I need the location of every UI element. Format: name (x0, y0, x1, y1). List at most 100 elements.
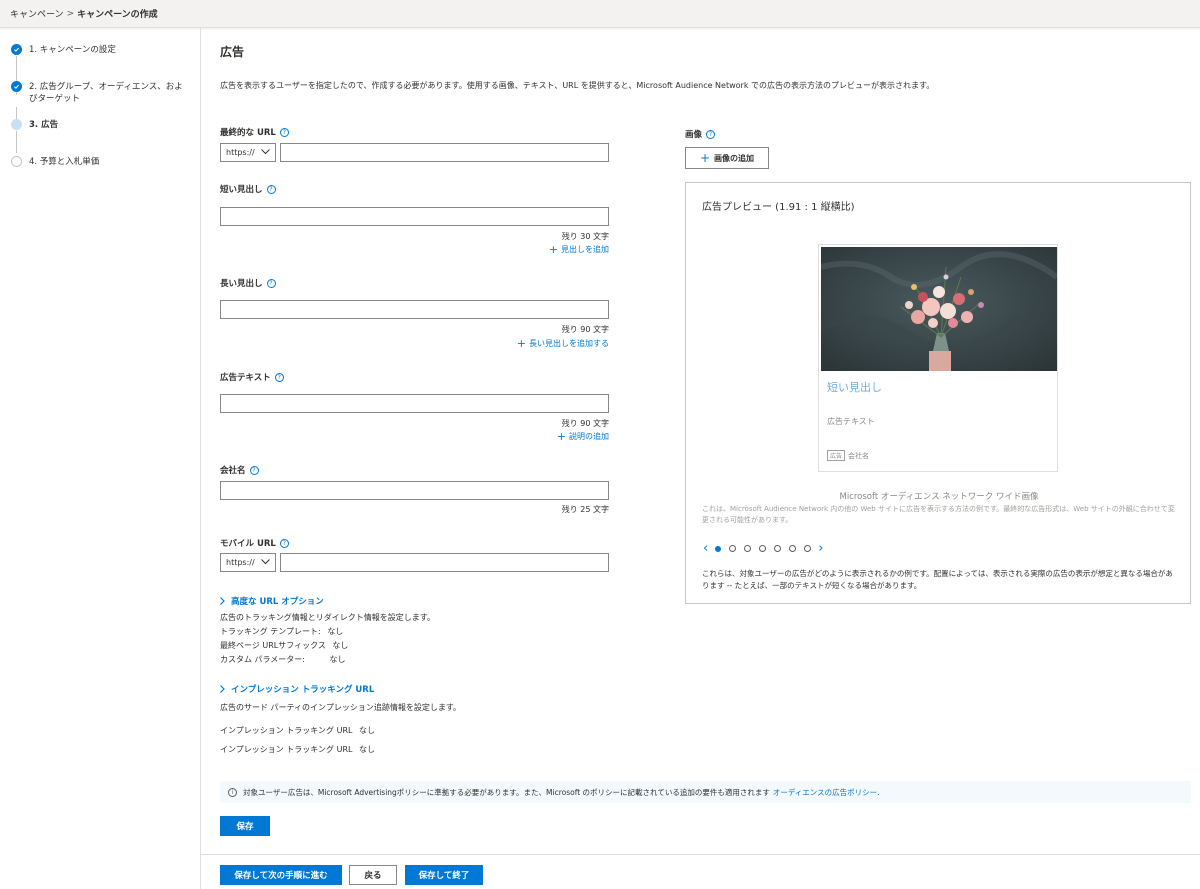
pager-dot[interactable] (744, 545, 752, 552)
custom-parameters-row: カスタム パラメーター: なし (220, 654, 346, 665)
ad-text-label: 広告テキスト ? (220, 371, 284, 383)
save-and-next-button[interactable]: 保存して次の手順に進む (220, 865, 342, 885)
wizard-stepper: 1. キャンペーンの設定 2. 広告グループ、オーディエンス、およびターゲット … (0, 28, 201, 889)
step-label: 4. 予算と入札単価 (29, 157, 100, 167)
page-description: 広告を表示するユーザーを指定したので、作成する必要があります。使用する画像、テキ… (220, 81, 935, 90)
company-name-remaining: 残り 25 文字 (561, 505, 609, 514)
link-label: 見出しを追加 (561, 245, 609, 254)
impression-tracking-row: インプレッション トラッキング URL なし (220, 725, 375, 736)
short-headline-label: 短い見出し ? (220, 183, 276, 195)
images-label: 画像 ? (685, 128, 716, 140)
step-label: 2. 広告グループ、オーディエンス、およびターゲット (29, 82, 183, 104)
pending-step-icon (11, 156, 22, 167)
long-headline-input[interactable] (220, 300, 609, 319)
field-label: 最終的な URL (220, 128, 276, 138)
main-content: 広告 広告を表示するユーザーを指定したので、作成する必要があります。使用する画像… (201, 28, 1200, 889)
final-url-input[interactable] (280, 143, 609, 162)
field-label: 短い見出し (220, 185, 263, 195)
company-name: 会社名 (848, 451, 870, 460)
preview-disclaimer: これらは、対象ユーザーの広告がどのように表示されるかの例です。配置によっては、表… (702, 569, 1173, 590)
mobile-url-protocol-select[interactable]: https:// (220, 553, 276, 572)
field-label: 会社名 (220, 466, 246, 476)
mobile-url-input[interactable] (280, 553, 609, 572)
help-icon[interactable]: ? (274, 372, 284, 382)
breadcrumb: キャンペーン > キャンペーンの作成 (0, 0, 1200, 28)
row-key: トラッキング テンプレート: (220, 627, 321, 636)
chevron-down-icon (261, 559, 270, 565)
save-and-finish-button[interactable]: 保存して終了 (405, 865, 483, 885)
advanced-url-description: 広告のトラッキング情報とリダイレクト情報を設定します。 (220, 613, 435, 622)
ad-badge: 広告 (827, 450, 846, 461)
row-value: なし (327, 627, 344, 636)
impression-tracking-toggle[interactable]: インプレッション トラッキング URL (220, 683, 374, 695)
row-key: インプレッション トラッキング URL (220, 745, 353, 754)
pager-dot[interactable] (715, 545, 722, 552)
protocol-value: https:// (226, 558, 255, 567)
step-label: 3. 広告 (29, 120, 59, 130)
field-label: 広告テキスト (220, 373, 271, 383)
help-icon[interactable]: ? (279, 127, 289, 137)
short-headline-input[interactable] (220, 207, 609, 226)
check-icon (11, 81, 22, 92)
short-headline-remaining: 残り 30 文字 (561, 232, 609, 241)
final-url-protocol-select[interactable]: https:// (220, 143, 276, 162)
ad-text-input[interactable] (220, 394, 609, 413)
add-image-button[interactable]: + 画像の追加 (685, 147, 769, 169)
step-campaign-settings[interactable]: 1. キャンペーンの設定 (11, 44, 189, 56)
section-title: 高度な URL オプション (231, 597, 324, 607)
section-title: インプレッション トラッキング URL (231, 685, 375, 695)
current-step-icon (11, 119, 22, 130)
step-budget-bidding[interactable]: 4. 予算と入札単価 (11, 156, 189, 168)
preview-headline: 短い見出し (827, 381, 882, 394)
preview-ad-text: 広告テキスト (827, 417, 875, 426)
stepper-connector (16, 131, 17, 153)
protocol-value: https:// (226, 148, 255, 157)
preview-company: 広告 会社名 (827, 450, 869, 461)
row-value: なし (329, 655, 346, 664)
ad-policy-link[interactable]: オーディエンスの広告ポリシー (773, 787, 877, 798)
page-title: 広告 (220, 45, 245, 59)
row-key: インプレッション トラッキング URL (220, 726, 353, 735)
chevron-right-icon (220, 597, 225, 605)
ad-preview-card: 短い見出し 広告テキスト 広告 会社名 (818, 244, 1058, 472)
step-ad-group-targeting[interactable]: 2. 広告グループ、オーディエンス、およびターゲット (11, 81, 189, 105)
step-ads[interactable]: 3. 広告 (11, 119, 189, 131)
pager-dot[interactable] (804, 545, 812, 552)
help-icon[interactable]: ? (266, 278, 276, 288)
company-name-input[interactable] (220, 481, 609, 500)
preview-note: これは、Microsoft Audience Network 内の他の Web … (702, 505, 1175, 524)
chevron-right-icon[interactable]: › (818, 541, 823, 556)
plus-icon: + (548, 242, 558, 256)
final-url-label: 最終的な URL ? (220, 126, 289, 138)
pager-dot[interactable] (729, 545, 737, 552)
row-value: なし (359, 726, 376, 735)
help-icon[interactable]: ? (706, 129, 716, 139)
plus-icon: + (699, 151, 711, 165)
chevron-left-icon[interactable]: ‹ (703, 541, 708, 556)
advanced-url-options-toggle[interactable]: 高度な URL オプション (220, 595, 324, 607)
help-icon[interactable]: ? (266, 184, 276, 194)
add-long-headline-link[interactable]: + 長い見出しを追加する (517, 338, 609, 349)
add-headline-link[interactable]: + 見出しを追加 (549, 244, 609, 255)
pager-dot[interactable] (789, 545, 797, 552)
pager-dot[interactable] (759, 545, 767, 552)
long-headline-label: 長い見出し ? (220, 277, 276, 289)
pager-dot[interactable] (774, 545, 782, 552)
breadcrumb-current: キャンペーンの作成 (77, 10, 158, 20)
preview-title: 広告プレビュー (1.91 : 1 縦横比) (702, 202, 855, 213)
back-button[interactable]: 戻る (349, 865, 397, 885)
help-icon[interactable]: ? (249, 465, 259, 475)
chevron-down-icon (261, 149, 270, 155)
info-text: 対象ユーザー広告は、Microsoft Advertisingポリシーに準拠する… (243, 787, 770, 797)
field-label: 長い見出し (220, 279, 263, 289)
save-button[interactable]: 保存 (220, 816, 270, 836)
info-suffix: . (877, 787, 880, 797)
field-label: 画像 (685, 130, 703, 140)
add-description-link[interactable]: + 説明の追加 (557, 431, 609, 442)
impression-tracking-row: インプレッション トラッキング URL なし (220, 744, 375, 755)
breadcrumb-parent[interactable]: キャンペーン (10, 7, 64, 20)
button-label: 画像の追加 (714, 153, 755, 163)
chevron-right-icon (220, 685, 225, 693)
help-icon[interactable]: ? (279, 538, 289, 548)
link-label: 長い見出しを追加する (529, 339, 609, 348)
